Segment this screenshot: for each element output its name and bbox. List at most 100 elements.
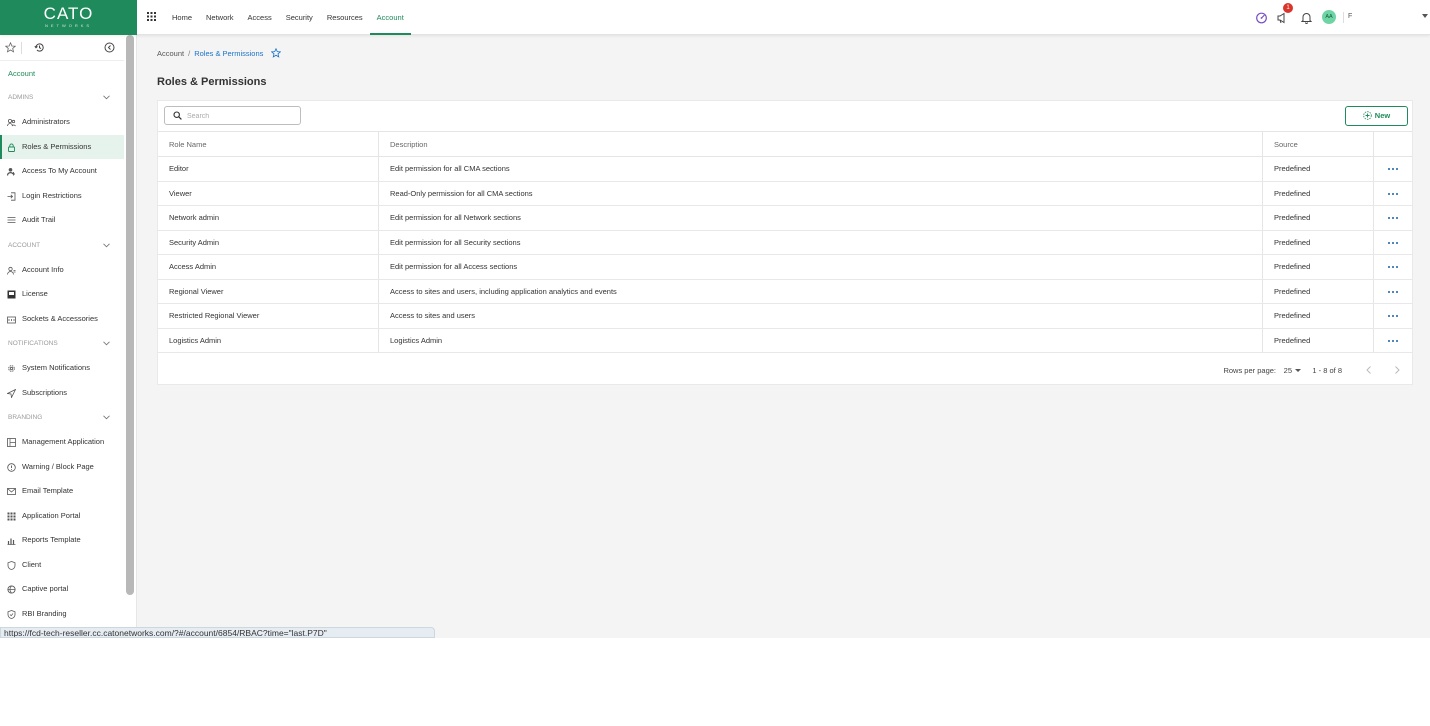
more-options-icon[interactable] [1387,265,1399,269]
user-avatar[interactable]: AA [1322,10,1336,24]
sidebar-item-login-restrictions[interactable]: Login Restrictions [0,184,124,209]
table-row[interactable]: Access Admin Edit permission for all Acce… [158,255,1412,280]
role-name-cell: Security Admin [158,230,379,254]
sidebar-item-warning-block-page[interactable]: Warning / Block Page [0,455,124,480]
role-name-cell: Access Admin [158,255,379,279]
row-actions [1374,304,1412,328]
sidebar-section-notifications[interactable]: NOTIFICATIONS [0,331,124,356]
user-name[interactable]: F [1348,13,1352,20]
role-name-cell: Network admin [158,206,379,230]
search-box[interactable] [164,106,301,125]
sidebar-item-label: RBI Branding [22,608,67,618]
sidebar-item-label: Roles & Permissions [22,141,92,151]
more-options-icon[interactable] [1387,216,1399,220]
nav-security[interactable]: Security [279,0,320,35]
sidebar-scrollbar[interactable] [126,35,134,595]
sidebar-item-label: Administrators [22,117,70,126]
nav-account[interactable]: Account [369,0,411,35]
chevron-down-icon [103,242,110,247]
sidebar-section-account[interactable]: ACCOUNT [0,233,124,258]
send-icon [7,388,16,398]
sidebar-account-header[interactable]: Account [0,63,124,85]
source-cell: Predefined [1263,230,1374,254]
sidebar-item-account-info[interactable]: Account Info [0,258,124,283]
sidebar-toolbar [0,35,124,61]
bell-icon[interactable] [1300,11,1313,24]
sidebar-item-subscriptions[interactable]: Subscriptions [0,381,124,406]
top-navigation: Home Network Access Security Resources A… [165,0,411,35]
chevron-down-icon [103,415,110,420]
row-actions [1374,255,1412,279]
chevron-down-icon[interactable] [1295,369,1301,372]
rows-per-page-select[interactable]: 25 [1284,366,1292,375]
column-header-description[interactable]: Description [379,132,1263,156]
sidebar-item-email-template[interactable]: Email Template [0,479,124,504]
sidebar-item-label: System Notifications [22,363,90,372]
more-options-icon[interactable] [1387,167,1399,171]
more-options-icon[interactable] [1387,314,1399,318]
table-row[interactable]: Security Admin Edit permission for all Se… [158,230,1412,255]
column-header-role-name[interactable]: Role Name [158,132,379,156]
history-icon[interactable] [34,42,45,53]
nav-resources[interactable]: Resources [320,0,370,35]
column-header-source[interactable]: Source [1263,132,1374,156]
sidebar-item-rbi-branding[interactable]: RBI Branding [0,602,124,627]
breadcrumb-root[interactable]: Account [157,49,184,58]
cato-logo[interactable]: CATO NETWORKS [0,0,137,35]
page-title: Roles & Permissions [157,76,267,88]
new-role-button[interactable]: New [1345,106,1408,126]
sidebar-item-license[interactable]: License [0,282,124,307]
sidebar-item-access-to-my-account[interactable]: Access To My Account [0,159,124,184]
new-button-label: New [1374,111,1391,120]
favorite-star-icon[interactable] [270,47,281,58]
nav-network[interactable]: Network [199,0,241,35]
sidebar-item-audit-trail[interactable]: Audit Trail [0,208,124,233]
sidebar-item-captive-portal[interactable]: Captive portal [0,577,124,602]
collapse-sidebar-icon[interactable] [104,42,115,53]
sidebar-section-admins[interactable]: ADMINS [0,85,124,110]
role-name-cell: Restricted Regional Viewer [158,304,379,328]
app-window: CATO NETWORKS Home Network Access Securi… [0,0,1430,638]
table-row[interactable]: Restricted Regional Viewer Access to site… [158,304,1412,329]
divider [1343,12,1344,23]
more-options-icon[interactable] [1387,192,1399,196]
list-icon [7,217,16,223]
source-cell: Predefined [1263,255,1374,279]
table-body: Editor Edit permission for all CMA sectio… [158,157,1412,353]
sidebar-item-reports-template[interactable]: Reports Template [0,528,124,553]
portal-icon [7,585,16,594]
row-actions [1374,329,1412,353]
breadcrumb-current[interactable]: Roles & Permissions [194,49,263,58]
table-row[interactable]: Network admin Edit permission for all Net… [158,206,1412,231]
sidebar-item-management-application[interactable]: Management Application [0,430,124,455]
sidebar-item-label: Access To My Account [22,166,97,175]
table-row[interactable]: Logistics Admin Logistics Admin Predefined [158,328,1412,353]
row-actions [1374,280,1412,304]
search-input[interactable] [187,109,297,123]
nav-home[interactable]: Home [165,0,199,35]
sidebar-item-roles-permissions[interactable]: Roles & Permissions [0,134,124,159]
sidebar-item-client[interactable]: Client [0,553,124,578]
more-options-icon[interactable] [1387,241,1399,245]
table-row[interactable]: Regional Viewer Access to sites and users… [158,279,1412,304]
sidebar-section-branding[interactable]: BRANDING [0,405,124,430]
apps-grid-icon[interactable] [147,12,156,21]
lock-icon [8,143,15,152]
sidebar-item-administrators[interactable]: Administrators [0,110,124,135]
socket-icon [7,316,16,323]
star-icon[interactable] [5,42,16,53]
previous-page-icon[interactable] [1364,365,1374,375]
sidebar-item-sockets-accessories[interactable]: Sockets & Accessories [0,307,124,332]
chevron-down-icon[interactable] [1422,14,1428,18]
next-page-icon[interactable] [1392,365,1402,375]
role-name-cell: Regional Viewer [158,279,379,303]
more-options-icon[interactable] [1387,339,1399,343]
search-icon [173,111,182,120]
sidebar-item-application-portal[interactable]: Application Portal [0,504,124,529]
speed-icon[interactable] [1255,11,1268,24]
table-row[interactable]: Viewer Read-Only permission for all CMA s… [158,181,1412,206]
table-row[interactable]: Editor Edit permission for all CMA sectio… [158,157,1412,182]
nav-access[interactable]: Access [241,0,279,35]
more-options-icon[interactable] [1387,290,1399,294]
sidebar-item-system-notifications[interactable]: System Notifications [0,356,124,381]
